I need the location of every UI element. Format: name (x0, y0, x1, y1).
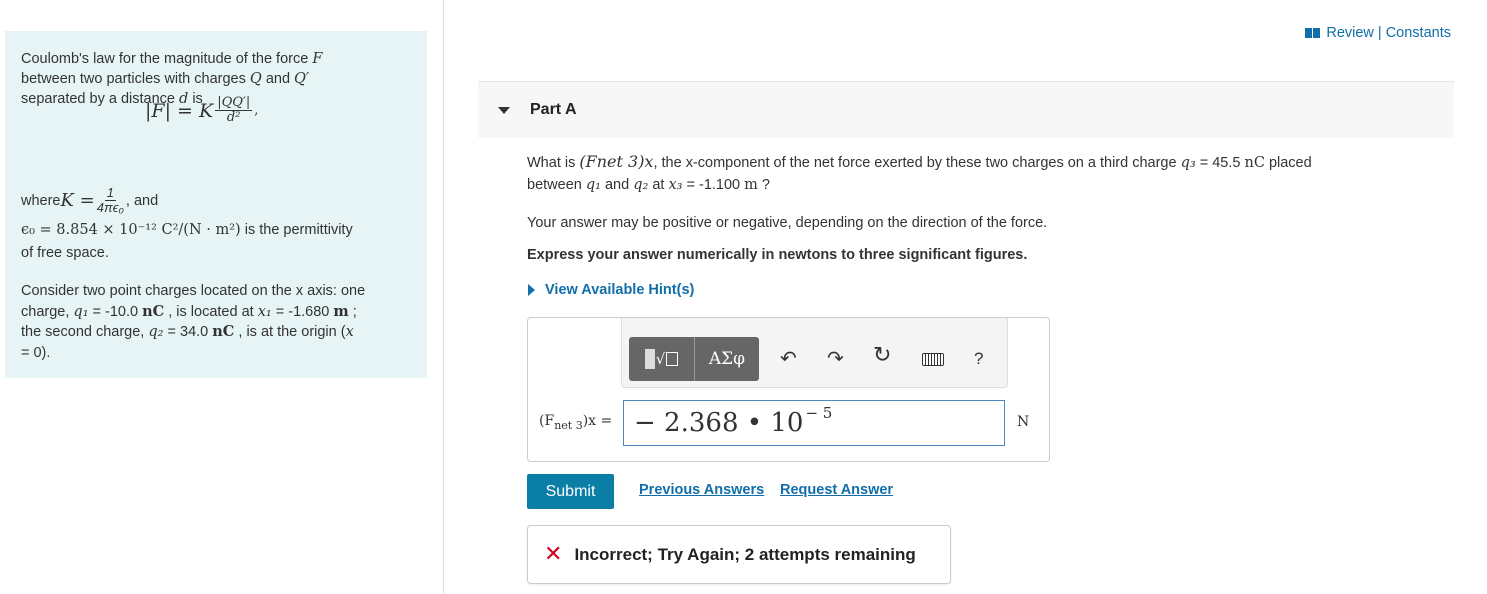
answer-unit: N (1017, 414, 1030, 430)
error-x-icon: ✕ (544, 542, 563, 567)
free-space-text: of free space. (21, 245, 109, 261)
express-instruction: Express your answer numerically in newto… (527, 247, 1028, 263)
question-text: What is (Fnet 3)x, the x-component of th… (527, 152, 1312, 193)
column-divider (443, 0, 444, 594)
sqrt-icon: √ (656, 350, 679, 368)
epsilon-definition: ϵ₀ = 8.854 × 10⁻¹² C²/(N · m²) is the pe… (21, 222, 353, 238)
answer-label: (Fnet 3)x = (539, 413, 613, 432)
help-button[interactable]: ? (974, 349, 983, 369)
redo-icon[interactable]: ↷ (827, 348, 844, 368)
k-definition: where K = 1 4πϵ₀ , and (21, 185, 159, 215)
request-answer-link[interactable]: Request Answer (780, 482, 893, 498)
math-toolbar: √ ΑΣφ ↶ ↷ ↻ ? (621, 318, 1008, 388)
answer-box: √ ΑΣφ ↶ ↷ ↻ ? (Fnet 3)x = − 2.368 • 10− … (527, 317, 1050, 462)
view-hints-link[interactable]: View Available Hint(s) (528, 282, 694, 298)
consider-paragraph: Consider two point charges located on th… (21, 283, 366, 361)
template-icon (644, 349, 655, 369)
intro-line-2: between two particles with charges Q and… (21, 71, 310, 87)
formula-fraction: |QQ′| d² (215, 95, 253, 125)
review-constants-link[interactable]: Review | Constants (1305, 25, 1451, 41)
caret-right-icon (528, 284, 535, 296)
greek-symbols-button[interactable]: ΑΣφ (695, 337, 759, 381)
previous-answers-link[interactable]: Previous Answers (639, 482, 764, 498)
var-F: F (312, 51, 323, 67)
submit-button[interactable]: Submit (527, 474, 614, 509)
template-button-group: √ ΑΣφ (629, 337, 759, 381)
keyboard-icon[interactable] (922, 353, 944, 366)
reset-icon[interactable]: ↻ (873, 345, 891, 367)
coulomb-formula: |F| = K |QQ′| d² , (145, 95, 259, 125)
book-icon (1305, 28, 1321, 38)
caret-down-icon (498, 107, 510, 114)
sign-note: Your answer may be positive or negative,… (527, 215, 1048, 231)
undo-icon[interactable]: ↶ (780, 348, 797, 368)
part-a-header[interactable]: Part A (478, 81, 1454, 138)
feedback-message: ✕ Incorrect; Try Again; 2 attempts remai… (527, 525, 951, 584)
templates-button[interactable]: √ (629, 337, 695, 381)
part-title: Part A (530, 101, 577, 118)
intro-line-1: Coulomb's law for the magnitude of the f… (21, 51, 323, 67)
answer-input[interactable]: − 2.368 • 10− 5 (623, 400, 1005, 446)
